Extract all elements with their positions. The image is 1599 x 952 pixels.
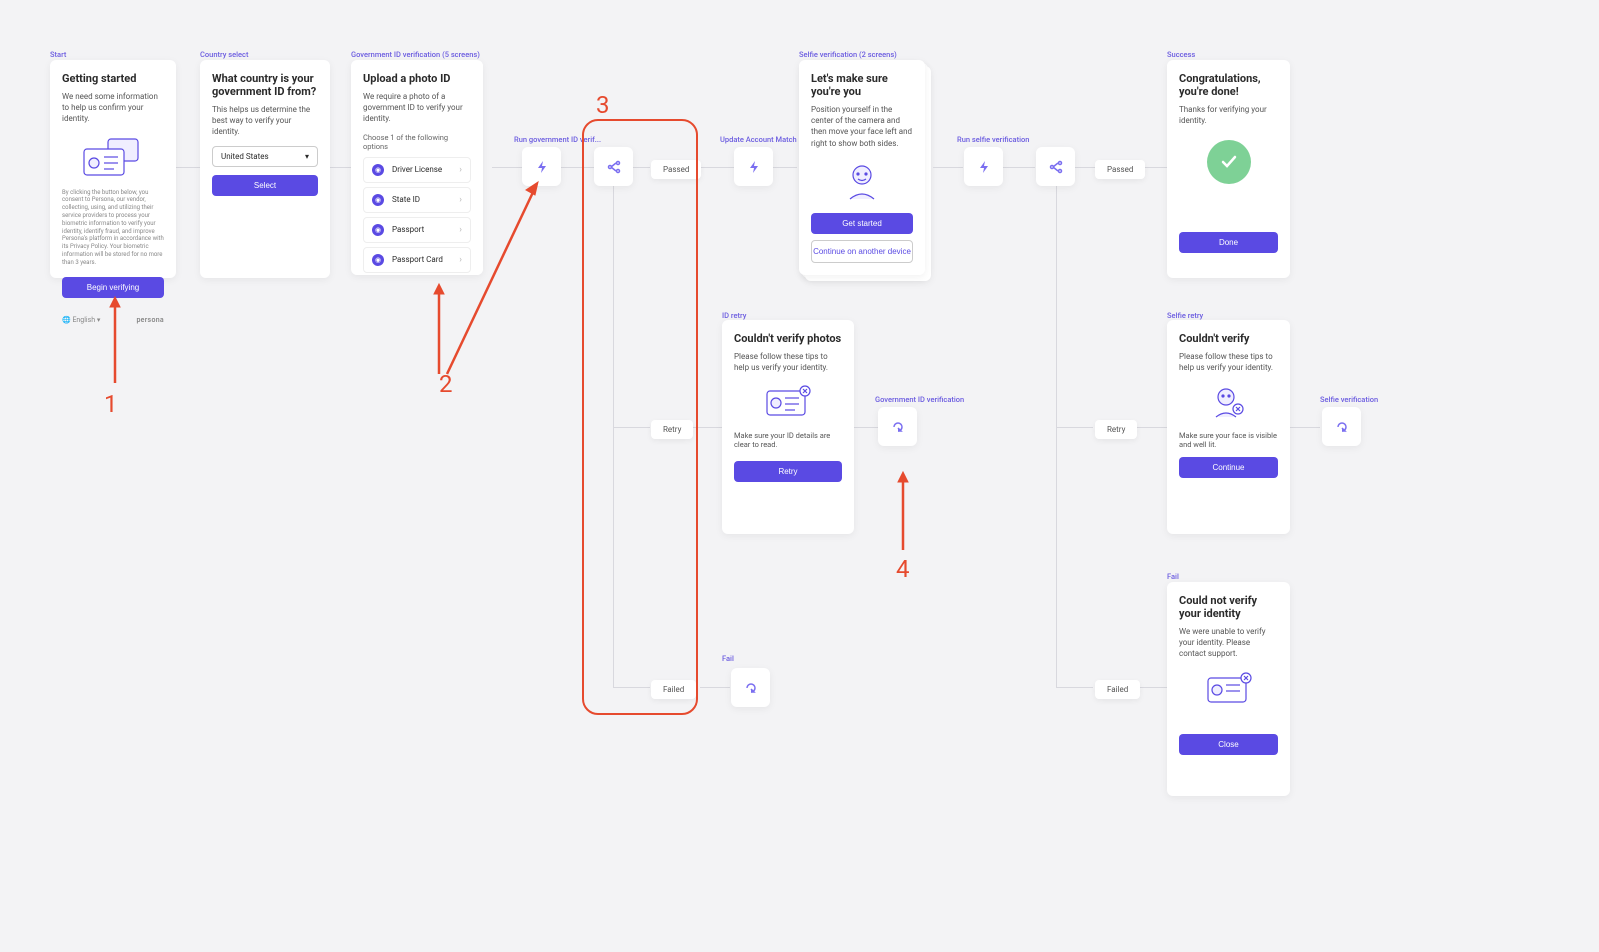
disclaimer: By clicking the button below, you consen…	[62, 189, 164, 267]
fail-title: Could not verify your identity	[1179, 594, 1278, 620]
selfie-card: Let's make sure you're you Position your…	[799, 60, 925, 275]
id-type-icon: ◉	[372, 194, 384, 206]
loop-node-2[interactable]	[1322, 407, 1361, 446]
loop-node-3[interactable]	[731, 668, 770, 707]
choose-label: Choose 1 of the following options	[363, 133, 471, 151]
label-start: Start	[50, 50, 66, 59]
option-label: State ID	[392, 195, 420, 204]
label-fail-2: Fail	[1167, 572, 1179, 581]
face-fail-illustration	[1179, 383, 1278, 421]
id-type-icon: ◉	[372, 164, 384, 176]
label-country: Country select	[200, 50, 248, 59]
get-started-button[interactable]: Get started	[811, 213, 913, 234]
fail-subtitle: We were unable to verify your identity. …	[1179, 626, 1278, 660]
retry-pill-2: Retry	[1095, 420, 1137, 439]
upload-subtitle: We require a photo of a government ID to…	[363, 91, 471, 125]
continue-button[interactable]: Continue	[1179, 457, 1278, 478]
selfie-retry-subtitle: Please follow these tips to help us veri…	[1179, 351, 1278, 373]
branch-node-2[interactable]	[1036, 147, 1075, 186]
country-select[interactable]: United States▾	[212, 146, 318, 167]
retry-button[interactable]: Retry	[734, 461, 842, 482]
selfie-retry-card: Couldn't verify Please follow these tips…	[1167, 320, 1290, 534]
label-update-matches: Update Account Match I...	[720, 135, 807, 144]
language-selector[interactable]: 🌐 English ▾	[62, 316, 100, 324]
country-card: What country is your government ID from?…	[200, 60, 330, 278]
label-govid: Government ID verification (5 screens)	[351, 50, 480, 59]
label-selfie: Selfie verification (2 screens)	[799, 50, 897, 59]
start-title: Getting started	[62, 72, 164, 85]
label-selfie-small: Selfie verification	[1320, 395, 1378, 404]
id-type-icon: ◉	[372, 254, 384, 266]
chevron-down-icon: ▾	[305, 152, 309, 161]
selfie-retry-tip: Make sure your face is visible and well …	[1179, 431, 1278, 449]
id-illustration	[62, 135, 164, 179]
label-govid-small: Government ID verification	[875, 395, 964, 404]
done-button[interactable]: Done	[1179, 232, 1278, 253]
id-fail-illustration	[734, 383, 842, 419]
annotation-2: 2	[439, 370, 453, 398]
passed-pill-2: Passed	[1095, 160, 1145, 179]
id-retry-title: Couldn't verify photos	[734, 332, 842, 345]
continue-another-device-button[interactable]: Continue on another device	[811, 240, 913, 263]
loop-node-1[interactable]	[878, 407, 917, 446]
select-button[interactable]: Select	[212, 175, 318, 196]
failed-pill-2: Failed	[1095, 680, 1140, 699]
annotation-3: 3	[596, 91, 610, 119]
success-title: Congratulations, you're done!	[1179, 72, 1278, 98]
label-fail-1: Fail	[722, 654, 734, 663]
id-retry-card: Couldn't verify photos Please follow the…	[722, 320, 854, 534]
label-run-selfie: Run selfie verification	[957, 135, 1029, 144]
start-subtitle: We need some information to help us conf…	[62, 91, 164, 125]
bolt-node-3[interactable]	[964, 147, 1003, 186]
selfie-retry-title: Couldn't verify	[1179, 332, 1278, 345]
selfie-title: Let's make sure you're you	[811, 72, 913, 98]
option-label: Passport	[392, 225, 424, 234]
arrow-1	[105, 295, 125, 385]
selfie-subtitle: Position yourself in the center of the c…	[811, 104, 913, 149]
label-success: Success	[1167, 50, 1195, 59]
face-illustration	[811, 159, 913, 203]
id-retry-subtitle: Please follow these tips to help us veri…	[734, 351, 842, 373]
annotation-highlight	[582, 119, 698, 715]
label-id-retry: ID retry	[722, 311, 746, 320]
chevron-right-icon: ›	[459, 165, 462, 175]
country-title: What country is your government ID from?	[212, 72, 318, 98]
check-icon	[1207, 140, 1251, 184]
upload-title: Upload a photo ID	[363, 72, 471, 85]
bolt-node-2[interactable]	[734, 147, 773, 186]
arrow-2	[423, 178, 563, 378]
start-card: Getting started We need some information…	[50, 60, 176, 278]
close-button[interactable]: Close	[1179, 734, 1278, 755]
fail-card: Could not verify your identity We were u…	[1167, 582, 1290, 796]
country-subtitle: This helps us determine the best way to …	[212, 104, 318, 138]
success-card: Congratulations, you're done! Thanks for…	[1167, 60, 1290, 278]
persona-logo: persona	[136, 316, 164, 324]
id-type-icon: ◉	[372, 224, 384, 236]
id-fail-illustration-2	[1179, 670, 1278, 706]
id-retry-tip: Make sure your ID details are clear to r…	[734, 431, 842, 449]
success-subtitle: Thanks for verifying your identity.	[1179, 104, 1278, 126]
annotation-4: 4	[896, 555, 910, 583]
arrow-4	[893, 470, 913, 552]
option-label: Driver License	[392, 165, 442, 174]
annotation-1: 1	[104, 390, 118, 418]
label-selfie-retry: Selfie retry	[1167, 311, 1203, 320]
